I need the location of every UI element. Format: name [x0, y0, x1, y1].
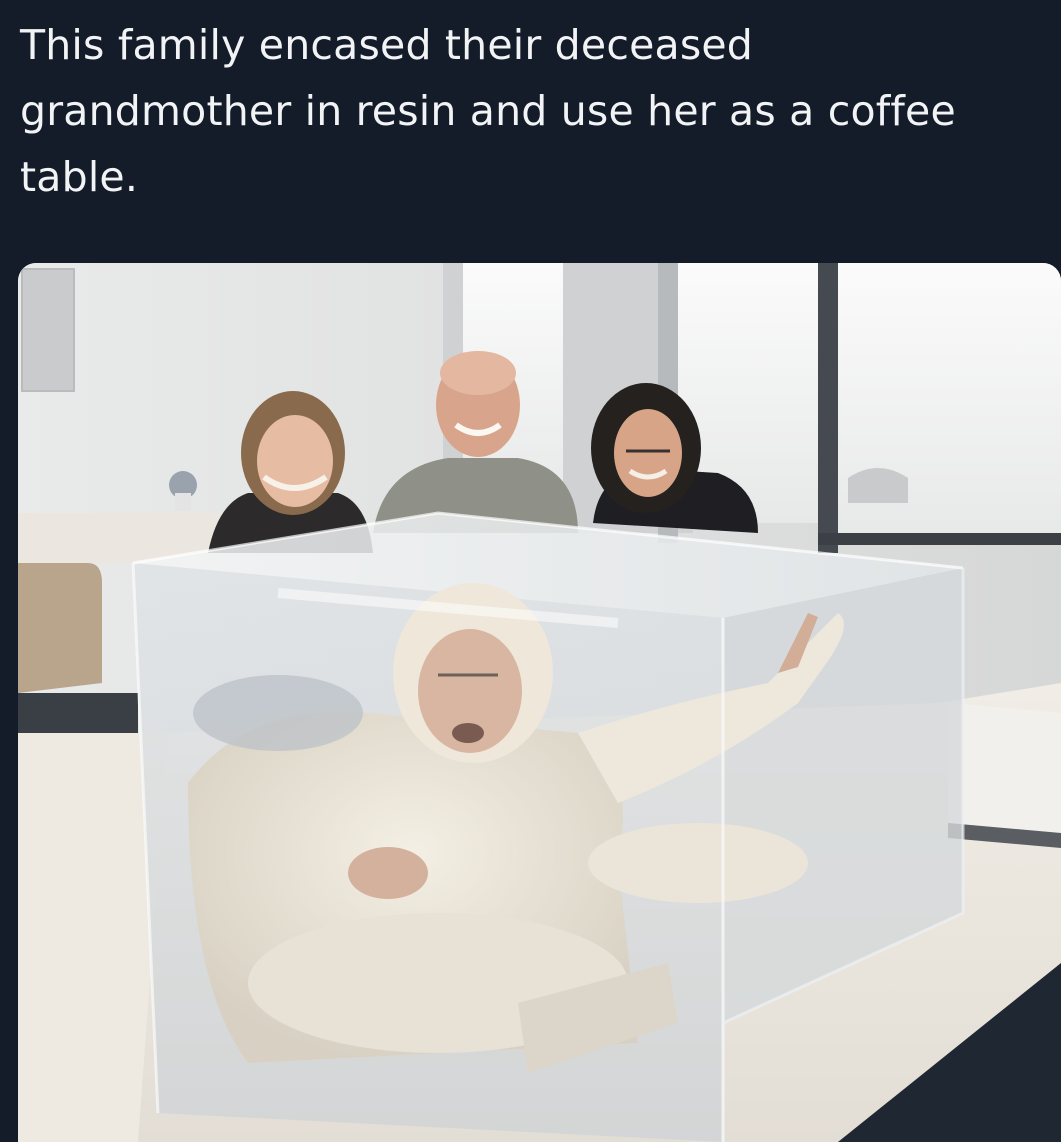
post-photo[interactable] — [18, 263, 1061, 1142]
chair — [18, 563, 102, 693]
wall-art — [21, 268, 75, 392]
laptop — [948, 703, 1061, 833]
meme-post: This family encased their deceased grand… — [0, 0, 1061, 1142]
photo-illustration — [18, 263, 1061, 1142]
post-caption: This family encased their deceased grand… — [20, 21, 956, 201]
